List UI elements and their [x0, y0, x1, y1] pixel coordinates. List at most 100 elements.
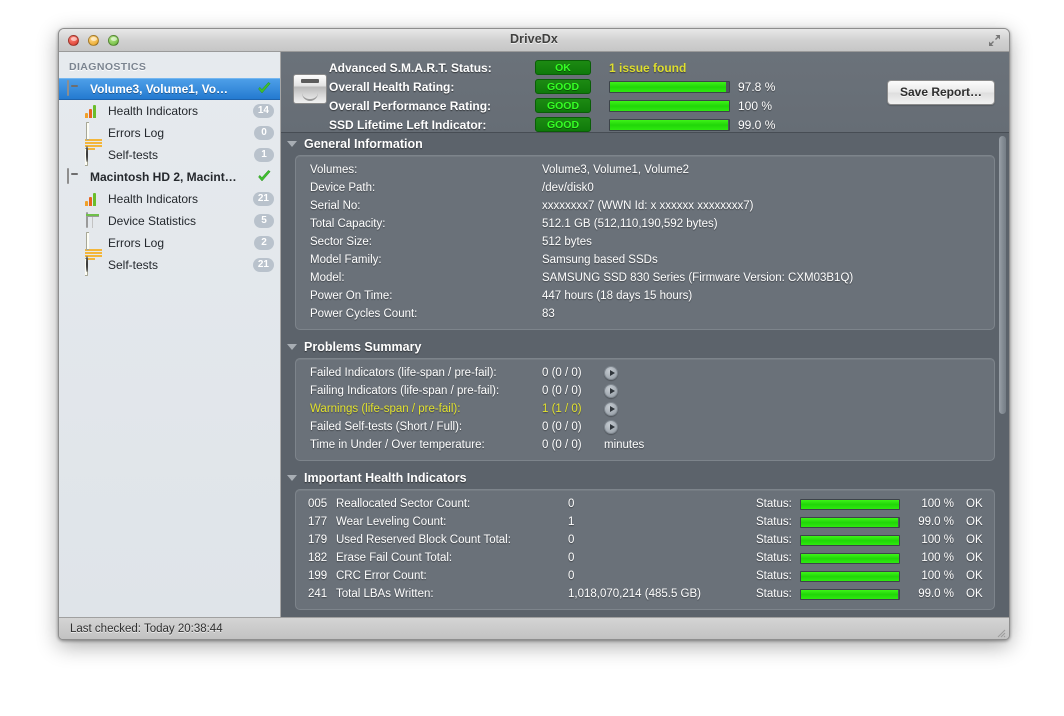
table-row: Total Capacity: 512.1 GB (512,110,190,59… [296, 215, 994, 233]
indicator-percent: 100 % [921, 498, 954, 510]
indicator-id: 005 [308, 498, 328, 510]
indicator-percent: 100 % [921, 552, 954, 564]
row-value: 0 (0 / 0) [542, 367, 582, 379]
hard-disk-icon [293, 74, 327, 104]
indicator-meter [800, 552, 900, 564]
sidebar-item-label: Volume3, Volume1, Vo… [90, 82, 229, 96]
section-title: Important Health Indicators [304, 470, 467, 485]
row-key: Failed Self-tests (Short / Full): [310, 421, 463, 433]
table-row: Power Cycles Count: 83 [296, 305, 994, 323]
table-row: Power On Time: 447 hours (18 days 15 hou… [296, 287, 994, 305]
indicator-state: OK [966, 552, 983, 564]
details-arrow-button[interactable] [604, 384, 618, 398]
table-row-warning: Warnings (life-span / pre-fail): 1 (1 / … [296, 400, 994, 418]
sidebar-item-label: Self-tests [108, 148, 159, 162]
status-badge: GOOD [535, 79, 591, 94]
indicator-name: Erase Fail Count Total: [336, 552, 453, 564]
indicator-name: CRC Error Count: [336, 570, 427, 582]
health-rating-meter [609, 80, 730, 93]
indicator-value: 0 [568, 498, 575, 510]
details-arrow-button[interactable] [604, 402, 618, 416]
row-value: /dev/disk0 [542, 182, 594, 194]
sidebar-item-self-tests-2[interactable]: Self-tests 21 [59, 254, 280, 276]
row-value: SAMSUNG SSD 830 Series (Firmware Version… [542, 272, 854, 284]
sidebar-item-errors-log-2[interactable]: Errors Log 2 [59, 232, 280, 276]
status-label: Status: [756, 552, 792, 564]
section-header-general-information[interactable]: General Information [281, 132, 1009, 155]
status-label: Status: [756, 498, 792, 510]
disclosure-triangle-icon[interactable] [287, 474, 297, 481]
sidebar-item-badge: 2 [254, 236, 274, 250]
table-row: 177 Wear Leveling Count: 1 Status: 99.0 … [296, 513, 994, 531]
table-row: 199 CRC Error Count: 0 Status: 100 % OK [296, 567, 994, 585]
section-header-problems-summary[interactable]: Problems Summary [281, 335, 1009, 358]
vertical-scrollbar[interactable] [998, 136, 1007, 613]
row-key: Time in Under / Over temperature: [310, 439, 485, 451]
sidebar-item-health-indicators-2[interactable]: Health Indicators 21 [59, 188, 280, 210]
sidebar-item-label: Self-tests [108, 258, 159, 272]
indicator-meter [800, 570, 900, 582]
indicator-value: 1 [568, 516, 575, 528]
summary-row-smart-status: Advanced S.M.A.R.T. Status: OK 1 issue f… [329, 58, 1009, 77]
sidebar-item-badge: 21 [252, 258, 274, 272]
indicator-state: OK [966, 498, 983, 510]
resize-grip[interactable] [994, 625, 1006, 638]
scrollbar-thumb[interactable] [999, 136, 1006, 414]
row-value: Volume3, Volume1, Volume2 [542, 164, 690, 176]
summary-label: Overall Health Rating: [329, 79, 455, 94]
indicator-name: Wear Leveling Count: [336, 516, 447, 528]
sidebar-item-label: Health Indicators [108, 104, 199, 118]
summary-label: Advanced S.M.A.R.T. Status: [329, 60, 492, 75]
sidebar-item-self-tests-1[interactable]: Self-tests 1 [59, 144, 280, 166]
performance-rating-percent: 100 % [738, 98, 773, 113]
disclosure-triangle-icon[interactable] [287, 343, 297, 350]
table-row: 005 Reallocated Sector Count: 0 Status: … [296, 495, 994, 513]
table-row: 182 Erase Fail Count Total: 0 Status: 10… [296, 549, 994, 567]
indicator-percent: 100 % [921, 570, 954, 582]
save-report-button[interactable]: Save Report… [886, 80, 995, 105]
status-summary-panel: Advanced S.M.A.R.T. Status: OK 1 issue f… [281, 52, 1009, 133]
table-row: Sector Size: 512 bytes [296, 233, 994, 251]
row-key: Power On Time: [310, 290, 393, 302]
status-label: Status: [756, 570, 792, 582]
titlebar: DriveDx [59, 29, 1009, 52]
pie-icon [85, 256, 102, 273]
details-arrow-button[interactable] [604, 366, 618, 380]
sidebar: DIAGNOSTICS Volume3, Volume1, Vo… Health… [59, 52, 281, 617]
sidebar-item-errors-log-1[interactable]: Errors Log 0 [59, 122, 280, 166]
ssd-lifetime-percent: 99.0 % [738, 117, 776, 132]
indicator-value: 1,018,070,214 (485.5 GB) [568, 588, 701, 600]
row-key: Failed Indicators (life-span / pre-fail)… [310, 367, 497, 379]
row-value: 0 (0 / 0) [542, 421, 582, 433]
table-row: Failed Indicators (life-span / pre-fail)… [296, 364, 994, 382]
pie-icon [85, 146, 102, 163]
details-arrow-button[interactable] [604, 420, 618, 434]
row-key: Failing Indicators (life-span / pre-fail… [310, 385, 500, 397]
row-key: Model: [310, 272, 345, 284]
sidebar-item-device-statistics[interactable]: Device Statistics 5 [59, 210, 280, 232]
section-header-important-health-indicators[interactable]: Important Health Indicators [281, 466, 1009, 489]
table-row: Time in Under / Over temperature: 0 (0 /… [296, 436, 994, 454]
indicator-value: 0 [568, 534, 575, 546]
section-title: General Information [304, 136, 423, 151]
ok-check-icon [257, 170, 272, 184]
ssd-lifetime-meter [609, 118, 730, 131]
row-value: 83 [542, 308, 555, 320]
disk-icon [67, 80, 84, 97]
indicator-meter [800, 516, 900, 528]
row-value: 1 (1 / 0) [542, 403, 582, 415]
table-row: Device Path: /dev/disk0 [296, 179, 994, 197]
disclosure-triangle-icon[interactable] [287, 140, 297, 147]
status-bar: Last checked: Today 20:38:44 [59, 617, 1009, 639]
row-value: xxxxxxxx7 (WWN Id: x xxxxxx xxxxxxxx7) [542, 200, 754, 212]
ok-check-icon [257, 82, 272, 96]
sidebar-item-badge: 0 [254, 126, 274, 140]
indicator-name: Used Reserved Block Count Total: [336, 534, 511, 546]
sidebar-item-macintosh-hd-2[interactable]: Macintosh HD 2, Macint… [59, 166, 280, 188]
row-value: 0 (0 / 0) [542, 439, 582, 451]
sidebar-item-badge: 1 [254, 148, 274, 162]
sidebar-item-health-indicators-1[interactable]: Health Indicators 14 [59, 100, 280, 122]
fullscreen-icon[interactable] [987, 33, 1002, 48]
indicator-id: 179 [308, 534, 328, 546]
sidebar-item-volume3[interactable]: Volume3, Volume1, Vo… [59, 78, 280, 100]
